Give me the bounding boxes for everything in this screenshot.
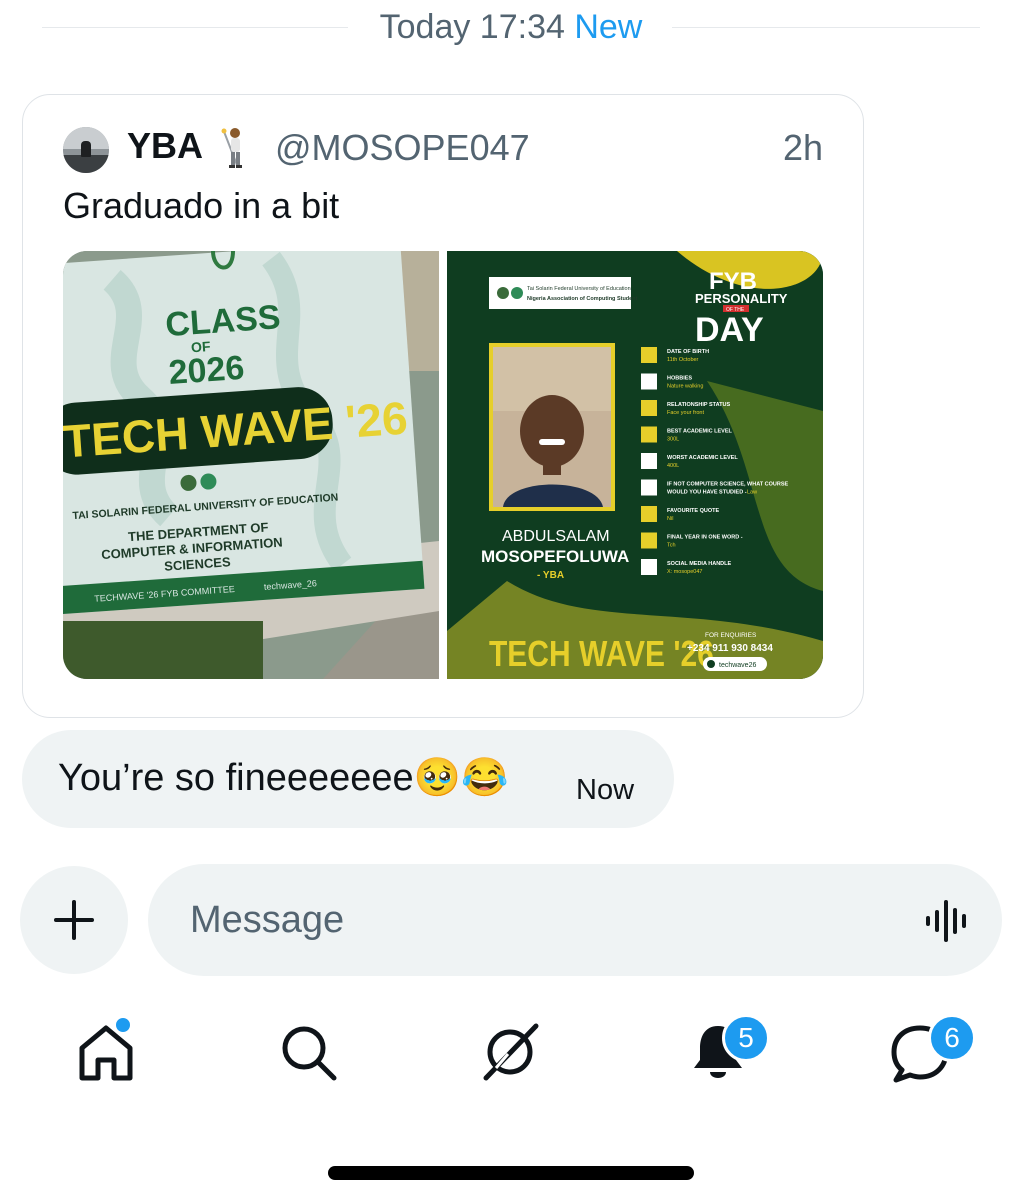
- divider-line-right: [672, 27, 980, 28]
- poster-assoc-text: Nigeria Association of Computing Student: [527, 296, 638, 302]
- search-icon[interactable]: [276, 1020, 340, 1084]
- poster-personality-text: PERSONALITY: [695, 291, 788, 306]
- poster-detail-label: SOCIAL MEDIA HANDLE: [667, 561, 732, 567]
- voice-message-icon[interactable]: [924, 898, 972, 944]
- notifications-badge: 5: [722, 1014, 770, 1062]
- bag-year-text: 2026: [167, 349, 245, 392]
- message-text: You’re so fineeeeeee🥹😂: [58, 757, 509, 799]
- poster-detail-value: Law: [747, 490, 757, 496]
- messages-badge: 6: [928, 1014, 976, 1062]
- author-avatar[interactable]: [63, 127, 109, 173]
- poster-detail-value: Tch: [667, 543, 676, 549]
- tweet-text: Graduado in a bit: [63, 185, 340, 226]
- poster-day-text: DAY: [695, 311, 764, 349]
- poster-detail-label2: WOULD YOU HAVE STUDIED -: [667, 490, 747, 496]
- poster-detail-label: IF NOT COMPUTER SCIENCE, WHAT COURSE: [667, 482, 789, 488]
- tweet-time: 2h: [782, 127, 823, 168]
- poster-detail-label: WORST ACADEMIC LEVEL: [667, 455, 738, 461]
- poster-detail-icon: [641, 453, 657, 469]
- poster-detail-value: 11th October: [667, 357, 699, 363]
- grok-icon[interactable]: [478, 1020, 542, 1084]
- poster-detail-icon: [641, 373, 657, 390]
- poster-detail-icon: [641, 532, 657, 549]
- poster-detail-value: Nature walking: [667, 384, 703, 390]
- poster-detail-value: 300L: [667, 437, 679, 443]
- message-composer[interactable]: [148, 864, 1002, 976]
- poster-detail-label: DATE OF BIRTH: [667, 349, 709, 355]
- add-attachment-button[interactable]: [20, 866, 128, 974]
- message-bubble[interactable]: You’re so fineeeeeee🥹😂 Now: [22, 730, 674, 828]
- poster-detail-value: 400L: [667, 463, 679, 469]
- poster-detail-label: RELATIONSHIP STATUS: [667, 402, 730, 408]
- bag-class-text: CLASS: [164, 298, 282, 344]
- poster-social-text: techwave26: [719, 662, 756, 669]
- tweet-photo-poster[interactable]: Tai Solarin Federal University of Educat…: [447, 251, 823, 679]
- poster-banner-text: TECH WAVE '26: [489, 635, 714, 675]
- poster-detail-icon: [641, 479, 657, 496]
- new-label: New: [574, 8, 643, 46]
- poster-detail-icon: [641, 506, 657, 522]
- author-handle[interactable]: @MOSOPE047: [275, 127, 530, 169]
- poster-detail-value: Nil: [667, 516, 673, 522]
- poster-name-first: ABDULSALAM: [502, 528, 610, 545]
- poster-detail-value: X: mosope047: [667, 569, 702, 575]
- poster-detail-icon: [641, 426, 657, 443]
- tweet-media[interactable]: CLASS OF 2026 TECH WAVE '26 TAI SOLARIN …: [63, 251, 823, 679]
- poster-enquiries-text: FOR ENQUIRIES: [705, 632, 757, 639]
- message-input[interactable]: [188, 888, 892, 952]
- poster-detail-label: HOBBIES: [667, 376, 692, 382]
- author-name[interactable]: YBA: [127, 125, 203, 167]
- quoted-tweet-card[interactable]: YBA @MOSOPE047 2h Graduado in a bit CLAS…: [22, 94, 864, 718]
- poster-univ-text: Tai Solarin Federal University of Educat…: [527, 286, 631, 292]
- poster-detail-label: FINAL YEAR IN ONE WORD -: [667, 535, 743, 541]
- poster-detail-icon: [641, 347, 657, 363]
- poster-detail-label: BEST ACADEMIC LEVEL: [667, 429, 733, 435]
- home-indicator: [328, 1166, 694, 1180]
- poster-detail-icon: [641, 400, 657, 416]
- poster-name-last: MOSOPEFOLUWA: [481, 547, 629, 566]
- golfer-emoji-icon: [221, 128, 242, 168]
- message-timestamp: Now: [576, 774, 635, 806]
- divider-time: Today 17:34: [379, 8, 565, 46]
- home-new-dot: [114, 1016, 132, 1034]
- date-divider: Today 17:34 New: [0, 0, 1022, 56]
- tweet-photo-bag[interactable]: CLASS OF 2026 TECH WAVE '26 TAI SOLARIN …: [63, 251, 439, 679]
- poster-detail-value: Face your front: [667, 410, 704, 416]
- poster-detail-icon: [641, 559, 657, 575]
- poster-nick: - YBA: [537, 570, 564, 581]
- poster-detail-label: FAVOURITE QUOTE: [667, 508, 719, 514]
- poster-phone-text: +234 911 930 8434: [687, 643, 773, 654]
